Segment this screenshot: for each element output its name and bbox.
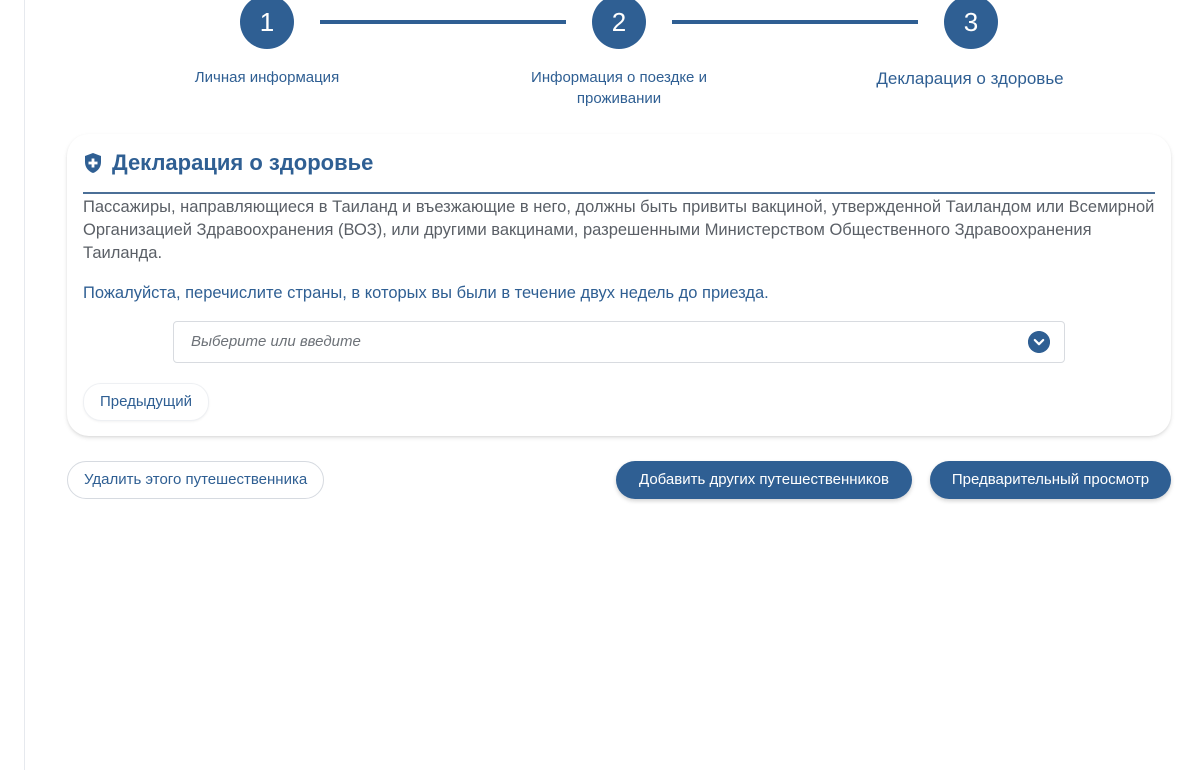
preview-button[interactable]: Предварительный просмотр xyxy=(930,461,1171,499)
step-connector-2 xyxy=(672,20,918,24)
health-declaration-card: Декларация о здоровье Пассажиры, направл… xyxy=(67,134,1171,436)
step-2-label-line1: Информация о поездке и xyxy=(531,69,707,86)
card-title: Декларация о здоровье xyxy=(112,150,374,175)
delete-traveler-button[interactable]: Удалить этого путешественника xyxy=(67,461,325,499)
step-1-label: Личная информация xyxy=(194,69,340,86)
countries-select[interactable]: Выберите или введите xyxy=(173,321,1065,363)
progress-stepper: 1 2 3 Личная информация Информация о пое… xyxy=(0,0,1200,120)
step-1-circle[interactable]: 1 xyxy=(240,0,294,49)
vaccination-description: Пассажиры, направляющиеся в Таиланд и въ… xyxy=(83,198,1155,262)
step-2-circle[interactable]: 2 xyxy=(592,0,646,49)
countries-select-placeholder: Выберите или введите xyxy=(191,333,361,350)
step-3-circle[interactable]: 3 xyxy=(944,0,998,49)
chevron-down-icon[interactable] xyxy=(1028,331,1050,353)
step-2-label: Информация о поездке и проживании xyxy=(504,67,734,109)
page: 1 2 3 Личная информация Информация о пое… xyxy=(0,0,1200,770)
step-2-label-line2: проживании xyxy=(576,90,662,107)
add-travelers-button[interactable]: Добавить других путешественников xyxy=(616,461,912,499)
card-header: Декларация о здоровье xyxy=(83,148,373,178)
title-divider xyxy=(83,192,1155,194)
step-3-label: Декларация о здоровье xyxy=(876,69,1064,88)
step-connector-1 xyxy=(320,20,566,24)
countries-question: Пожалуйста, перечислите страны, в которы… xyxy=(83,284,769,302)
shield-plus-icon xyxy=(85,153,101,173)
previous-button[interactable]: Предыдущий xyxy=(83,383,210,421)
